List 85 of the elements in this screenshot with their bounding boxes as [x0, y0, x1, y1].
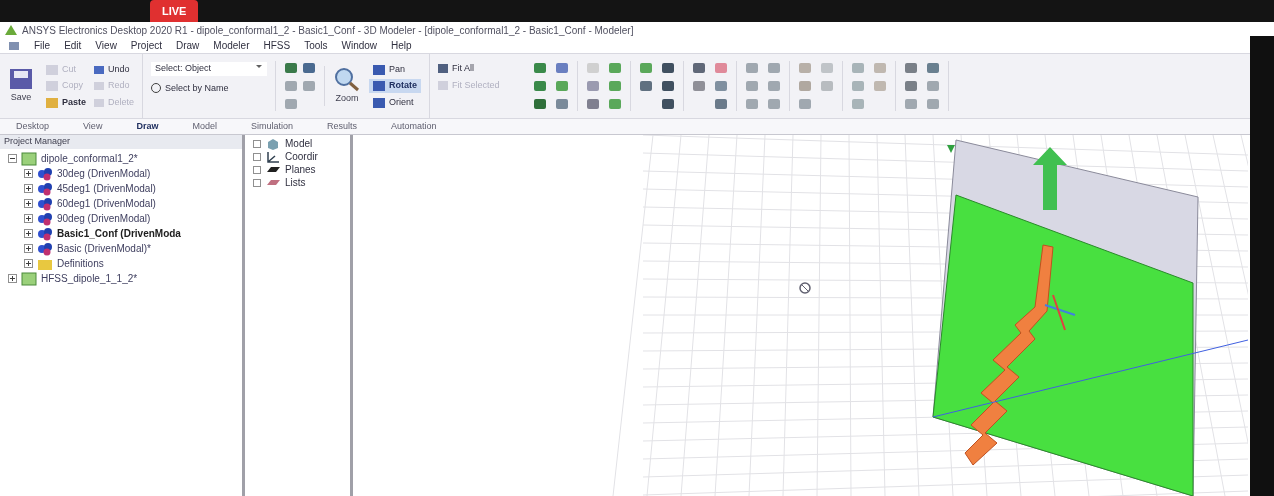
save-button[interactable]: Save	[4, 67, 38, 105]
tree-item[interactable]: Basic1_Conf (DrivenModa	[57, 226, 181, 241]
view-tool-button[interactable]: Rotate	[369, 79, 422, 93]
menu-item[interactable]: Project	[130, 38, 162, 53]
expand-toggle[interactable]	[24, 184, 33, 193]
toolbar-tool-icon[interactable]	[302, 61, 317, 75]
panel-title: Project Manager	[4, 135, 71, 149]
tree-item[interactable]: HFSS_dipole_1_1_2*	[41, 271, 138, 286]
toolbar-tool-icon[interactable]	[904, 61, 919, 75]
toolbar-tool-icon[interactable]	[661, 61, 676, 75]
toolbar-tool-icon[interactable]	[661, 79, 676, 93]
ribbon-tab[interactable]: Automation	[390, 119, 437, 134]
toolbar-tool-icon[interactable]	[926, 61, 941, 75]
collapse-toggle[interactable]	[8, 154, 17, 163]
cube-icon	[265, 137, 281, 150]
tree-item[interactable]: 45deg1 (DrivenModal)	[57, 181, 156, 196]
axes-icon	[265, 150, 281, 163]
tree-item[interactable]: Lists	[285, 175, 306, 190]
ribbon-tab[interactable]: Desktop	[16, 119, 50, 134]
toolbar-tool-icon[interactable]	[692, 61, 707, 75]
toolbar-tool-icon[interactable]	[533, 61, 548, 75]
tree-item[interactable]: 60deg1 (DrivenModal)	[57, 196, 156, 211]
toolbar-tool-icon[interactable]	[284, 61, 299, 75]
design-icon	[37, 226, 53, 241]
toolbar-tool-icon[interactable]	[586, 97, 601, 111]
menu-item[interactable]: File	[34, 38, 51, 53]
tree-item[interactable]: 90deg (DrivenModal)	[57, 211, 151, 226]
window-title: ANSYS Electronics Desktop 2020 R1 - dipole_conformal1_2 - Basic1_Conf - 3D Modeler - [dipole_conformal1_2 - Basic1_Conf - Modeler]	[22, 23, 634, 38]
project-icon	[21, 151, 37, 166]
expand-toggle[interactable]	[24, 214, 33, 223]
app-logo-icon	[4, 24, 18, 36]
toolbar-tool-icon[interactable]	[714, 97, 729, 111]
zoom-button[interactable]: Zoom	[324, 66, 362, 106]
expand-toggle[interactable]	[24, 244, 33, 253]
clipboard-button[interactable]: Paste	[46, 95, 87, 110]
toolbar-tool-icon[interactable]	[639, 79, 654, 93]
ribbon-tab[interactable]: Model	[192, 119, 217, 134]
magnifier-icon	[333, 66, 362, 93]
menu-item[interactable]: View	[95, 38, 117, 53]
toolbar-tool-icon[interactable]	[904, 79, 919, 93]
project-icon	[21, 271, 37, 286]
ribbon-tab[interactable]: View	[83, 119, 103, 134]
live-badge: LIVE	[150, 0, 199, 22]
tree-item[interactable]: Definitions	[57, 256, 104, 271]
tree-item[interactable]: Planes	[285, 162, 316, 177]
toolbar-tool-icon[interactable]	[555, 97, 570, 111]
ribbon-tab[interactable]: Results	[326, 119, 357, 134]
caret-icon	[255, 62, 264, 70]
expand-toggle[interactable]	[24, 199, 33, 208]
menu-item[interactable]: Edit	[64, 38, 82, 53]
view-tool-button[interactable]: Pan	[369, 62, 422, 77]
tree-item[interactable]: Model	[285, 136, 313, 151]
expand-toggle[interactable]	[24, 259, 33, 268]
expand-toggle[interactable]	[8, 274, 17, 283]
menu-item[interactable]: Help	[391, 38, 412, 53]
tree-item[interactable]: Basic (DrivenModal)*	[57, 241, 151, 256]
app-menu-icon[interactable]	[8, 40, 20, 51]
menu-item[interactable]: HFSS	[263, 38, 291, 53]
design-icon	[37, 166, 53, 181]
ribbon-tab[interactable]: Simulation	[250, 119, 293, 134]
design-icon	[37, 181, 53, 196]
tree-item[interactable]: dipole_conformal1_2*	[41, 151, 138, 166]
toolbar-tool-icon[interactable]	[661, 97, 676, 111]
expand-toggle[interactable]	[24, 229, 33, 238]
fit-button[interactable]: Fit All	[438, 62, 518, 76]
toolbar-tool-icon[interactable]	[555, 61, 570, 75]
menu-item[interactable]: Window	[341, 38, 378, 53]
design-icon	[37, 241, 53, 256]
expand-toggle[interactable]	[24, 169, 33, 178]
cursor-icon	[798, 281, 812, 295]
design-icon	[37, 196, 53, 211]
tree-item[interactable]: Coordir	[285, 149, 318, 164]
ribbon-tab[interactable]: Draw	[136, 119, 159, 134]
history-button[interactable]: Undo	[94, 62, 135, 77]
toolbar-tool-icon[interactable]	[533, 97, 548, 111]
menu-item[interactable]: Tools	[304, 38, 328, 53]
select-dropdown[interactable]: Select: Object	[151, 62, 268, 76]
menu-item[interactable]: Modeler	[213, 38, 250, 53]
design-icon	[37, 211, 53, 226]
menu-item[interactable]: Draw	[176, 38, 200, 53]
view-tool-button[interactable]: Orient	[369, 95, 422, 110]
save-icon	[8, 67, 34, 92]
select-by-name-button[interactable]: Select by Name	[151, 81, 268, 95]
tree-item[interactable]: 30deg (DrivenModal)	[57, 166, 151, 181]
toolbar-tool-icon[interactable]	[533, 79, 548, 93]
